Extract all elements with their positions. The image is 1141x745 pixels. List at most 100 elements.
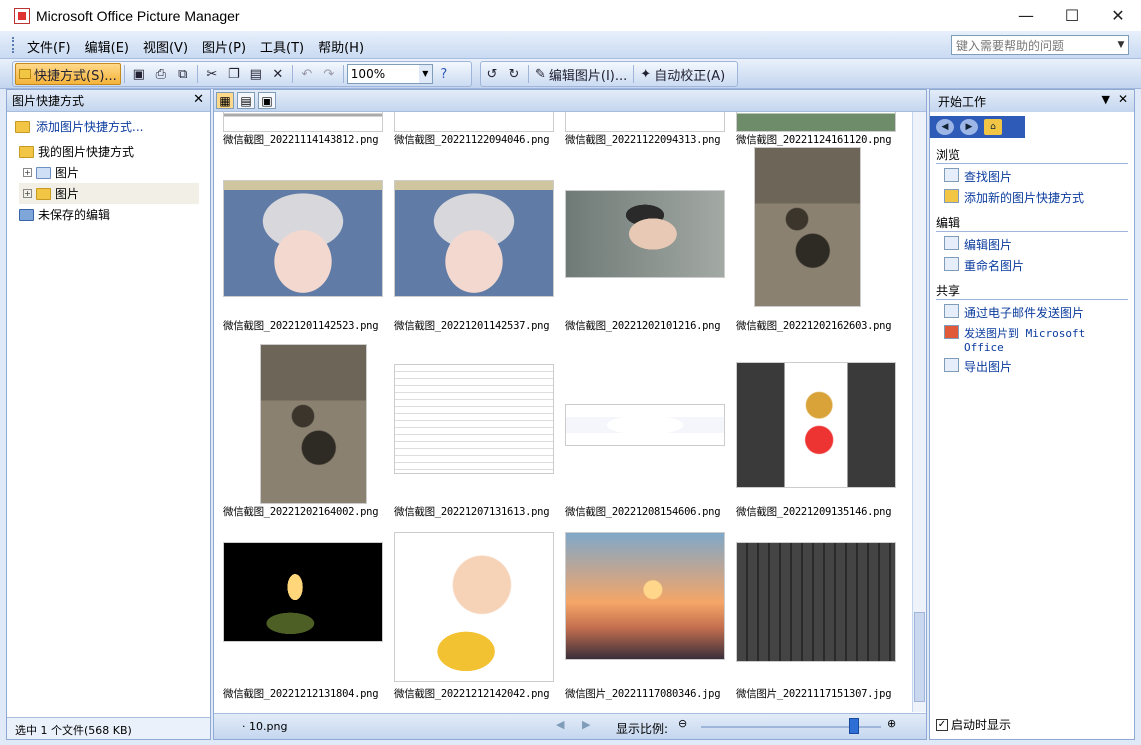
zoom-out-icon[interactable]: ⊖ [678, 717, 687, 730]
close-button[interactable]: ✕ [1095, 0, 1141, 31]
save-icon[interactable]: ▣ [128, 63, 150, 85]
thumbnail-caption: 微信图片_20221117151307.jpg [736, 688, 892, 700]
show-on-startup-checkbox[interactable]: ✓ 启动时显示 [936, 716, 1011, 733]
office-icon [944, 325, 959, 339]
rename-pictures-link[interactable]: 重命名图片 [944, 257, 1134, 274]
edit-pictures-link[interactable]: 编辑图片 [944, 236, 1134, 253]
menu-help[interactable]: 帮助(H) [311, 37, 371, 56]
help-dropdown-icon[interactable]: ▼ [1114, 36, 1128, 54]
close-pane-icon[interactable]: ✕ [1118, 92, 1128, 106]
menu-edit[interactable]: 编辑(E) [78, 37, 136, 56]
print-icon[interactable]: ⎙ [150, 63, 172, 85]
checkbox-checked-icon[interactable]: ✓ [936, 718, 948, 731]
task-pane-nav: ◀ ▶ ⌂ [930, 116, 1025, 138]
toolbar-separator [196, 65, 198, 83]
thumbnail-image[interactable] [223, 112, 383, 132]
thumbnail-image[interactable] [394, 364, 554, 474]
thumbnail-caption: 微信截图_20221202101216.png [565, 320, 721, 332]
home-icon[interactable]: ⌂ [984, 119, 1002, 135]
thumbnail-image[interactable] [260, 344, 367, 504]
thumbnail-image[interactable] [223, 542, 383, 642]
export-pictures-link[interactable]: 导出图片 [944, 358, 1134, 375]
menu-file[interactable]: 文件(F) [20, 37, 78, 56]
auto-correct-button[interactable]: ✦ 自动校正(A) [637, 63, 728, 85]
expand-icon[interactable]: + [23, 168, 32, 177]
back-icon[interactable]: ◀ [936, 119, 954, 135]
find-pictures-link[interactable]: 查找图片 [944, 168, 1134, 185]
forward-icon[interactable]: ▶ [960, 119, 978, 135]
thumbnail-image[interactable] [736, 542, 896, 662]
thumbnail-image[interactable] [736, 362, 896, 488]
tree-item-pictures-1[interactable]: + 图片 [19, 162, 210, 183]
zoom-slider-thumb[interactable] [849, 718, 859, 734]
email-pictures-link[interactable]: 通过电子邮件发送图片 [944, 304, 1134, 321]
next-arrow-icon[interactable]: ▶ [582, 718, 590, 731]
thumbnail-image[interactable] [565, 532, 725, 660]
tree-unsaved-edits[interactable]: 未保存的编辑 [19, 204, 210, 225]
cut-icon[interactable]: ✂ [201, 63, 223, 85]
delete-icon[interactable]: ✕ [267, 63, 289, 85]
add-shortcut-link[interactable]: 添加图片快捷方式... [7, 112, 210, 141]
thumbnail-image[interactable] [394, 532, 554, 682]
pane-menu-icon[interactable]: ▼ [1102, 93, 1110, 106]
maximize-button[interactable]: ☐ [1049, 0, 1095, 31]
find-pictures-label: 查找图片 [964, 170, 1013, 184]
prev-arrow-icon[interactable]: ◀ [556, 718, 564, 731]
thumbnail-caption: 微信截图_20221202164002.png [223, 506, 379, 518]
folder-icon [36, 166, 51, 179]
copy-to-icon[interactable]: ⧉ [172, 63, 194, 85]
thumbnail-caption: 微信截图_20221124161120.png [736, 134, 892, 146]
menu-view[interactable]: 视图(V) [136, 37, 195, 56]
menubar-grip[interactable] [12, 37, 15, 53]
zoom-dropdown-icon[interactable]: ▼ [418, 65, 432, 83]
expand-icon[interactable]: + [23, 189, 32, 198]
undo-icon[interactable]: ↶ [296, 63, 318, 85]
edit-pictures-label: 编辑图片(I)... [548, 68, 628, 84]
tree-root-label: 我的图片快捷方式 [38, 145, 135, 159]
redo-icon[interactable]: ↷ [318, 63, 340, 85]
minimize-button[interactable]: — [1003, 0, 1049, 31]
thumbnail-image[interactable] [394, 112, 554, 132]
thumbnail-image[interactable] [754, 147, 861, 307]
tree-item-pictures-2[interactable]: + 图片 [19, 183, 199, 204]
send-office-label: 发送图片到 Microsoft Office [964, 327, 1086, 354]
shortcuts-button[interactable]: 快捷方式(S)... [15, 63, 121, 85]
close-pane-icon[interactable]: ✕ [193, 92, 204, 107]
thumbnail-image[interactable] [223, 180, 383, 297]
thumbnail-caption: 微信截图_20221201142537.png [394, 320, 550, 332]
thumbnail-caption: 微信截图_20221202162603.png [736, 320, 892, 332]
thumbnail-grid: 微信截图_20221114143812.png 微信截图_202211220940… [214, 112, 914, 712]
thumbnail-caption: 微信图片_20221117080346.jpg [565, 688, 721, 700]
help-placeholder: 键入需要帮助的问题 [956, 39, 1065, 53]
rename-icon [944, 257, 959, 271]
thumbnail-view-icon[interactable]: ▦ [216, 92, 234, 109]
scrollbar-thumb[interactable] [914, 612, 925, 702]
thumbnail-image[interactable] [394, 180, 554, 297]
zoom-in-icon[interactable]: ⊕ [887, 717, 896, 730]
menu-picture[interactable]: 图片(P) [195, 37, 253, 56]
thumbnail-image[interactable] [736, 112, 896, 132]
edit-pictures-button[interactable]: ✎ 编辑图片(I)... [532, 63, 630, 85]
help-search-input[interactable]: 键入需要帮助的问题 ▼ [951, 35, 1129, 55]
filmstrip-view-icon[interactable]: ▤ [237, 92, 255, 109]
add-new-shortcut-link[interactable]: 添加新的图片快捷方式 [944, 189, 1134, 206]
rotate-right-icon[interactable]: ↻ [503, 63, 525, 85]
single-view-icon[interactable]: ▣ [258, 92, 276, 109]
add-new-label: 添加新的图片快捷方式 [964, 191, 1085, 205]
thumbnail-image[interactable] [565, 112, 725, 132]
copy-icon[interactable]: ❐ [223, 63, 245, 85]
shortcut-tree: 我的图片快捷方式 + 图片 + 图片 未保存的编辑 [7, 141, 210, 225]
thumbnail-image[interactable] [565, 404, 725, 446]
rotate-left-icon[interactable]: ↺ [481, 63, 503, 85]
paste-icon[interactable]: ▤ [245, 63, 267, 85]
tree-root[interactable]: 我的图片快捷方式 [19, 141, 210, 162]
zoom-select[interactable]: 100% ▼ [346, 64, 433, 84]
thumbnail-caption: 微信截图_20221212131804.png [223, 688, 379, 700]
thumbnail-image[interactable] [565, 190, 725, 278]
send-to-office-link[interactable]: 发送图片到 Microsoft Office [944, 325, 1134, 354]
export-label: 导出图片 [964, 360, 1013, 374]
vertical-scrollbar[interactable] [912, 112, 926, 712]
menu-tools[interactable]: 工具(T) [253, 37, 311, 56]
help-icon[interactable]: ? [433, 63, 455, 85]
title-bar: Microsoft Office Picture Manager — ☐ ✕ [0, 0, 1141, 31]
